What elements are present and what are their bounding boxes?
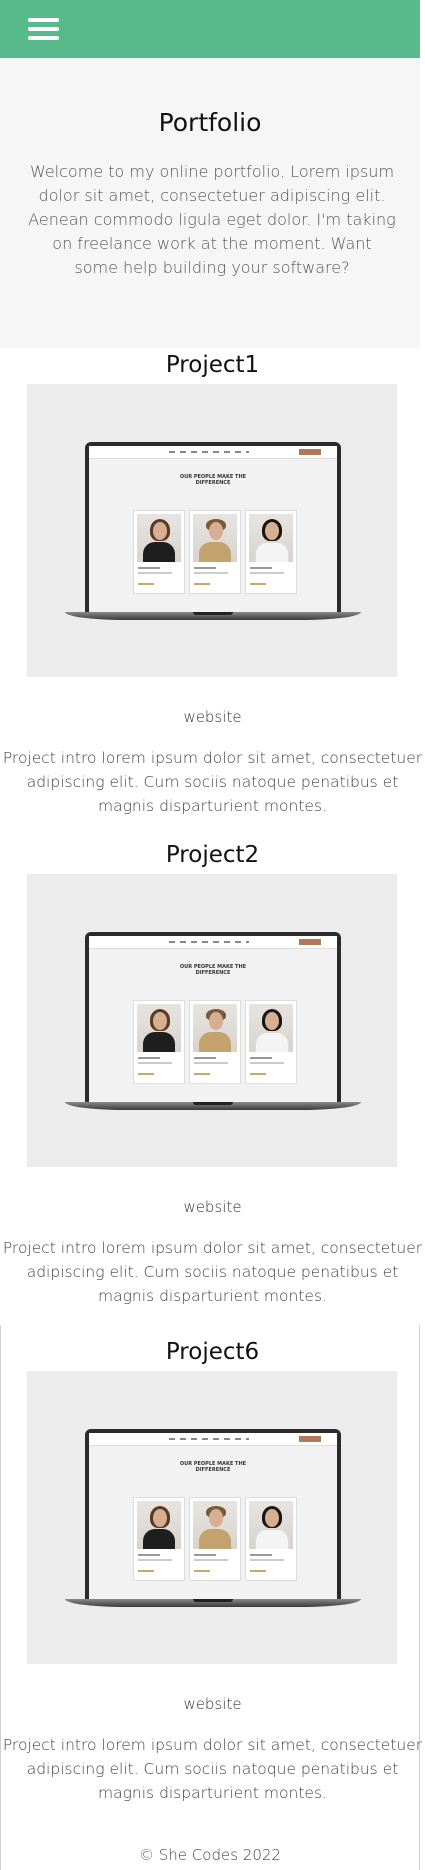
- mockup-heading: DIFFERENCE: [195, 1467, 231, 1473]
- project-screenshot[interactable]: OUR PEOPLE MAKE THE DIFFERENCE: [27, 1371, 397, 1664]
- project-screenshot[interactable]: OUR PEOPLE MAKE THE DIFFERENCE: [27, 384, 397, 677]
- laptop-mockup-image: OUR PEOPLE MAKE THE DIFFERENCE: [85, 442, 341, 612]
- project-tag: website: [183, 708, 242, 726]
- intro-text: Welcome to my online portfolio. Lorem ip…: [28, 162, 396, 277]
- laptop-mockup-image: OUR PEOPLE MAKE THE DIFFERENCE: [85, 1429, 341, 1599]
- project-title[interactable]: Project2: [0, 842, 425, 868]
- project-tag: website: [183, 1695, 242, 1713]
- hero-section: Portfolio Welcome to my online portfolio…: [0, 58, 420, 348]
- project-title[interactable]: Project1: [0, 352, 425, 378]
- hamburger-menu-icon[interactable]: [28, 18, 59, 40]
- project-description: Project intro lorem ipsum dolor sit amet…: [2, 1736, 423, 1802]
- project-screenshot[interactable]: OUR PEOPLE MAKE THE DIFFERENCE: [27, 874, 397, 1167]
- page-title: Portfolio: [158, 108, 262, 137]
- project-title[interactable]: Project6: [0, 1339, 425, 1365]
- top-bar: [0, 0, 420, 59]
- project-tag: website: [183, 1198, 242, 1216]
- laptop-mockup-image: OUR PEOPLE MAKE THE DIFFERENCE: [85, 932, 341, 1102]
- project-description: Project intro lorem ipsum dolor sit amet…: [2, 749, 423, 815]
- mockup-heading: DIFFERENCE: [195, 970, 231, 976]
- mockup-heading: DIFFERENCE: [195, 480, 231, 486]
- project-description: Project intro lorem ipsum dolor sit amet…: [2, 1239, 423, 1305]
- footer-copyright: © She Codes 2022: [139, 1846, 281, 1864]
